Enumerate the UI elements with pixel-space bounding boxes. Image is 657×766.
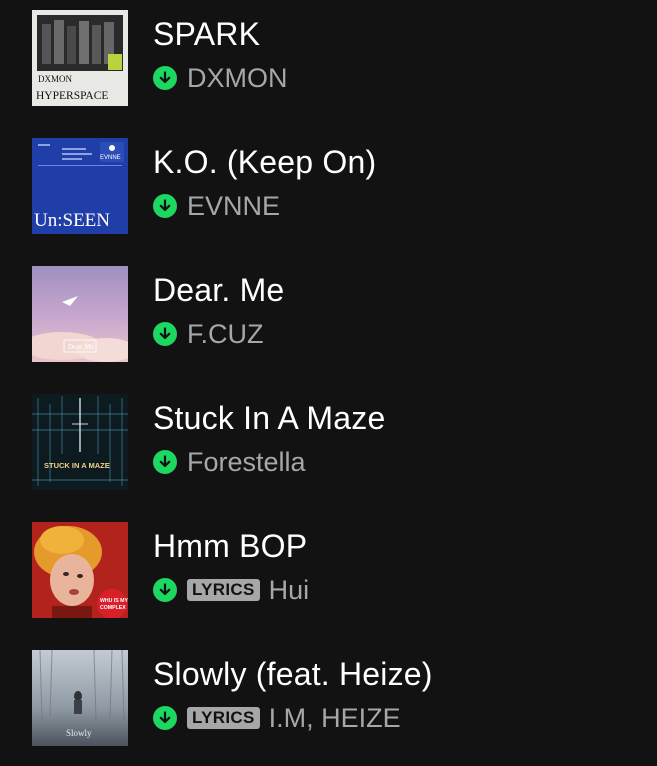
track-row[interactable]: Dear. Me Dear. Me F.CUZ (0, 256, 657, 376)
album-cover-hyperspace[interactable]: DXMON HYPERSPACE (32, 10, 128, 106)
track-row[interactable]: EVNNE Un:SEEN K.O. (Keep On) EVNNE (0, 128, 657, 248)
track-meta: DXMON (153, 60, 288, 96)
track-row[interactable]: DXMON HYPERSPACE SPARK DXMON (0, 0, 657, 120)
download-arrow-icon (153, 706, 177, 730)
download-arrow-icon (153, 578, 177, 602)
download-arrow-icon (153, 450, 177, 474)
track-artist[interactable]: EVNNE (187, 188, 280, 224)
cover-label-main: HYPERSPACE (36, 90, 108, 102)
track-row[interactable]: STUCK IN A MAZE Stuck In A Maze Forestel… (0, 384, 657, 504)
album-cover-stuck-in-a-maze[interactable]: STUCK IN A MAZE (32, 394, 128, 490)
track-title[interactable]: Stuck In A Maze (153, 398, 385, 438)
download-arrow-icon (153, 66, 177, 90)
track-row[interactable]: Slowly Slowly (feat. Heize) LYRICS I.M, … (0, 640, 657, 760)
track-meta: EVNNE (153, 188, 280, 224)
cover-label-top: DXMON (38, 74, 73, 84)
track-title[interactable]: SPARK (153, 14, 260, 54)
album-cover-dear-me[interactable]: Dear. Me (32, 266, 128, 362)
track-meta: F.CUZ (153, 316, 264, 352)
track-title[interactable]: K.O. (Keep On) (153, 142, 376, 182)
track-artist[interactable]: F.CUZ (187, 316, 264, 352)
album-cover-slowly[interactable]: Slowly (32, 650, 128, 746)
cover-label-main: Slowly (66, 728, 92, 738)
lyrics-badge: LYRICS (187, 707, 260, 729)
track-meta: LYRICS I.M, HEIZE (153, 700, 401, 736)
cover-label-main: STUCK IN A MAZE (44, 461, 110, 470)
cover-label-main: Dear. Me (68, 343, 94, 351)
track-artist[interactable]: Forestella (187, 444, 306, 480)
track-meta: LYRICS Hui (153, 572, 309, 608)
track-meta: Forestella (153, 444, 306, 480)
track-artist[interactable]: DXMON (187, 60, 288, 96)
download-arrow-icon (153, 322, 177, 346)
lyrics-badge: LYRICS (187, 579, 260, 601)
svg-text:WHU IS MY: WHU IS MY (100, 598, 128, 604)
cover-label-main: Un:SEEN (34, 210, 110, 231)
track-title[interactable]: Slowly (feat. Heize) (153, 654, 433, 694)
track-title[interactable]: Hmm BOP (153, 526, 307, 566)
track-artist[interactable]: Hui (269, 572, 310, 608)
track-row[interactable]: WHU IS MY COMPLEX Hmm BOP LYRICS Hui (0, 512, 657, 632)
track-artist[interactable]: I.M, HEIZE (269, 700, 401, 736)
svg-text:COMPLEX: COMPLEX (100, 605, 126, 611)
svg-text:EVNNE: EVNNE (100, 155, 121, 161)
album-cover-whu-is-my-complex[interactable]: WHU IS MY COMPLEX (32, 522, 128, 618)
download-arrow-icon (153, 194, 177, 218)
track-title[interactable]: Dear. Me (153, 270, 284, 310)
album-cover-unseen[interactable]: EVNNE Un:SEEN (32, 138, 128, 234)
track-list: DXMON HYPERSPACE SPARK DXMON EVNNE Un:SE… (0, 0, 657, 766)
